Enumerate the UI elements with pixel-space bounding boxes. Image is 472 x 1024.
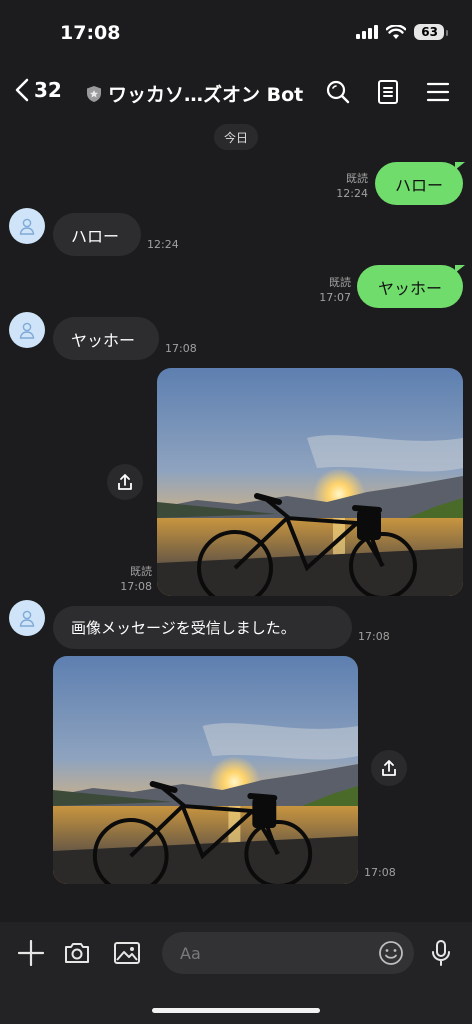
image-icon xyxy=(114,942,140,964)
menu-icon xyxy=(426,82,450,102)
message-time: 17:08 xyxy=(358,630,390,643)
chat-title: ワッカソ…ズオン Bot xyxy=(108,84,304,106)
home-indicator xyxy=(152,1008,320,1013)
user-icon xyxy=(19,610,35,627)
mic-icon xyxy=(432,940,450,966)
camera-icon xyxy=(65,943,89,963)
add-button[interactable] xyxy=(16,938,46,968)
notes-button[interactable] xyxy=(374,78,402,106)
outgoing-message[interactable]: ハロー xyxy=(375,162,463,205)
message-time: 17:08 xyxy=(120,580,152,593)
message-time: 17:08 xyxy=(165,342,197,355)
status-time: 17:08 xyxy=(60,22,121,44)
date-divider: 今日 xyxy=(214,124,258,150)
message-input[interactable]: Aa xyxy=(162,932,414,974)
bot-avatar[interactable] xyxy=(9,600,45,636)
share-icon xyxy=(118,474,132,490)
sent-photo[interactable] xyxy=(157,368,463,596)
voice-button[interactable] xyxy=(426,938,456,968)
message-time: 17:07 xyxy=(319,291,351,304)
incoming-message[interactable]: ヤッホー xyxy=(53,317,159,360)
bubble-tail xyxy=(455,162,465,170)
received-photo[interactable] xyxy=(53,656,358,884)
bot-avatar[interactable] xyxy=(9,208,45,244)
chat-title-area[interactable]: ワッカソ…ズオン Bot xyxy=(86,80,303,107)
share-icon xyxy=(382,760,396,776)
signal-icon xyxy=(356,25,379,39)
bot-avatar[interactable] xyxy=(9,312,45,348)
search-button[interactable] xyxy=(324,78,352,106)
status-icons: 63 xyxy=(356,24,448,40)
sunset-bicycle-photo xyxy=(53,656,358,884)
unread-count: 32 xyxy=(34,78,62,102)
message-meta: 既読 17:08 xyxy=(104,564,152,594)
gallery-button[interactable] xyxy=(112,938,142,968)
message-time: 12:24 xyxy=(147,238,179,251)
shield-icon xyxy=(87,85,101,102)
notes-icon xyxy=(378,80,398,104)
emoji-icon[interactable] xyxy=(378,940,404,966)
message-input-placeholder: Aa xyxy=(180,943,201,963)
read-receipt: 既読 xyxy=(130,565,152,578)
menu-button[interactable] xyxy=(424,78,452,106)
bubble-tail xyxy=(455,265,465,273)
outgoing-message[interactable]: ヤッホー xyxy=(357,265,463,308)
share-button[interactable] xyxy=(107,464,143,500)
message-time: 12:24 xyxy=(336,187,368,200)
message-meta: 既読 17:07 xyxy=(303,275,351,305)
incoming-message[interactable]: 画像メッセージを受信しました。 xyxy=(53,606,352,649)
wifi-icon xyxy=(386,24,407,39)
back-button[interactable]: 32 xyxy=(14,78,62,102)
read-receipt: 既読 xyxy=(346,172,368,185)
search-icon xyxy=(326,80,350,104)
read-receipt: 既読 xyxy=(329,276,351,289)
message-meta: 既読 12:24 xyxy=(322,171,368,201)
sunset-bicycle-photo xyxy=(157,368,463,596)
share-button[interactable] xyxy=(371,750,407,786)
incoming-message[interactable]: ハロー xyxy=(53,213,141,256)
message-time: 17:08 xyxy=(364,866,396,879)
user-icon xyxy=(19,218,35,235)
plus-icon xyxy=(18,940,44,966)
battery-indicator: 63 xyxy=(414,24,448,40)
camera-button[interactable] xyxy=(62,938,92,968)
user-icon xyxy=(19,322,35,339)
back-chevron-icon xyxy=(15,78,29,102)
